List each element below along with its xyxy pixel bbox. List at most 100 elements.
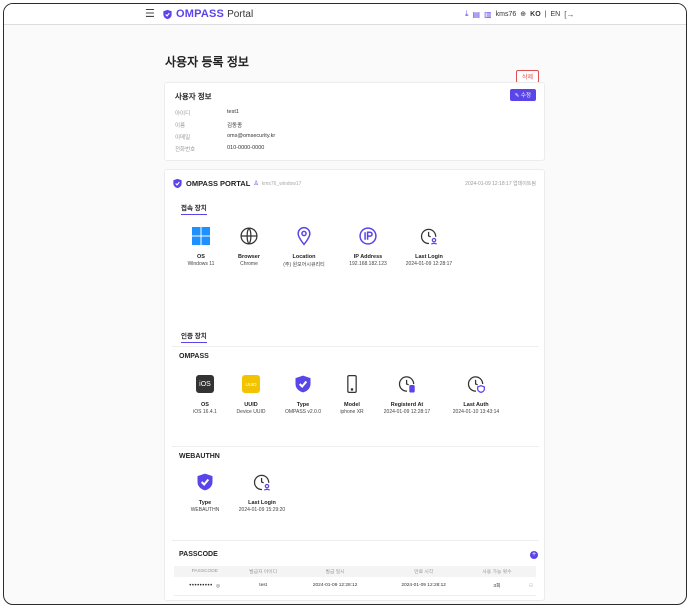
webauthn-shield-icon — [193, 470, 217, 494]
windows-icon — [189, 224, 213, 248]
header-actions: ⤓ ▤ ▥ kms76 ⊕ KO | EN [→ — [465, 9, 574, 19]
passcode-cell: ••••••••• ◎ — [174, 577, 236, 596]
webauthn-item-value: 2024-01-09 15:29:20 — [238, 507, 286, 513]
portal-logo[interactable]: OMPASS Portal — [162, 8, 253, 20]
column-header: 발급 일시 — [290, 566, 380, 577]
info-row-phone: 전화번호 010-0000-0000 — [175, 145, 264, 153]
lang-separator: | — [544, 10, 547, 18]
access-browser: Browser Chrome — [219, 224, 279, 267]
ompass-item-title: UUID — [244, 402, 258, 408]
tab-auth-device[interactable]: 인증 장치 — [181, 330, 207, 343]
hamburger-menu-icon[interactable]: ☰ — [145, 7, 155, 20]
ompass-item-title: Last Auth — [463, 402, 489, 408]
webauthn-item-value: WEBAUTHN — [190, 507, 220, 513]
passcode-section-title: PASSCODE — [179, 551, 218, 558]
info-label: 전화번호 — [175, 147, 196, 153]
webauthn-item-title: Type — [198, 500, 212, 506]
page-title: 사용자 등록 정보 — [165, 55, 249, 69]
info-row-name: 이름 김동종 — [175, 121, 242, 129]
info-row-email: 이메일 oms@omsecurity.kr — [175, 133, 275, 141]
info-row-id: 아이디 test1 — [175, 109, 239, 117]
ompass-uuid: UUID UUID Device UUID — [221, 372, 281, 415]
access-title: Last Login — [415, 254, 443, 260]
access-value: Chrome — [240, 261, 258, 267]
edit-label: 수정 — [520, 93, 531, 99]
clock-shield-icon — [464, 372, 488, 396]
info-label: 이름 — [175, 123, 186, 129]
add-passcode-button[interactable]: + — [530, 551, 538, 559]
access-value: 2024-01-09 12:28:17 — [405, 261, 453, 267]
portal-updated-date: 2024-01-09 12:18:17 업데이트됨 — [465, 181, 536, 187]
portal-card-header: OMPASS PORTAL ♙ kms76_window17 — [172, 178, 301, 189]
portal-device-card: OMPASS PORTAL ♙ kms76_window17 2024-01-0… — [164, 169, 545, 601]
info-value: 김동종 — [227, 123, 243, 129]
ompass-registered-at: Registerd At 2024-01-09 12:28:17 — [377, 372, 437, 415]
logo-brand-text: OMPASS — [176, 8, 225, 20]
logout-icon[interactable]: [→ — [564, 10, 574, 19]
row-action-cell: ⊖ — [525, 577, 536, 596]
clock-device-icon — [395, 372, 419, 396]
ompass-shield-icon — [291, 372, 315, 396]
column-header: 만료 시각 — [379, 566, 468, 577]
webauthn-section-title: WEBAUTHN — [179, 453, 220, 460]
webauthn-item-title: Last Login — [248, 500, 276, 506]
access-ip: IP Address 192.168.182.123 — [338, 224, 398, 267]
clock-user-icon — [250, 470, 274, 494]
browser-frame: ☰ OMPASS Portal ⤓ ▤ ▥ kms76 ⊕ KO | EN [→… — [3, 3, 687, 605]
eye-icon[interactable]: ◎ — [216, 584, 220, 589]
edit-button[interactable]: ✎ 수정 — [509, 89, 536, 101]
webauthn-last-login: Last Login 2024-01-09 15:29:20 — [232, 470, 292, 513]
ompass-model: Model iphone XR — [322, 372, 382, 415]
user-info-title: 사용자 정보 — [175, 92, 212, 101]
passcode-table: PASSCODE 발급자 아이디 발급 일시 만료 시각 사용 가능 횟수 ••… — [174, 566, 536, 596]
expires-cell: 2024-01-09 12:28:12 — [379, 577, 468, 596]
ompass-item-title: Model — [344, 402, 360, 408]
info-value: 010-0000-0000 — [227, 145, 265, 151]
globe-icon — [237, 224, 261, 248]
info-value: test1 — [227, 109, 239, 115]
lang-ko[interactable]: KO — [530, 11, 541, 18]
ios-icon: iOS — [196, 375, 214, 393]
ip-address-icon — [356, 224, 380, 248]
access-value: (주) 원모어시큐리티 — [283, 262, 325, 268]
download-icon[interactable]: ⤓ — [465, 9, 469, 19]
username-label[interactable]: kms76 — [496, 11, 517, 18]
edit-icon: ✎ — [514, 93, 520, 99]
table-row: ••••••••• ◎ test 2024-01-09 12:28:12 202… — [174, 577, 536, 596]
info-label: 아이디 — [175, 111, 191, 117]
passcode-masked: ••••••••• — [189, 582, 213, 589]
lang-en[interactable]: EN — [551, 11, 561, 18]
access-location: Location (주) 원모어시큐리티 — [274, 224, 334, 268]
column-header: 발급자 아이디 — [235, 566, 291, 577]
info-label: 이메일 — [175, 135, 191, 141]
ompass-item-value: Device UUID — [236, 409, 266, 415]
access-title: Browser — [237, 254, 260, 260]
tab-access-device[interactable]: 접속 장치 — [181, 202, 207, 215]
ompass-item-value: 2024-01-09 12:28:17 — [383, 409, 431, 415]
main-content: 사용자 등록 정보 삭제 사용자 정보 ✎ 수정 아이디 test1 이름 김동… — [162, 26, 548, 604]
issued-cell: 2024-01-09 12:28:12 — [290, 577, 380, 596]
uuid-icon: UUID — [242, 375, 260, 393]
smartphone-icon — [340, 372, 364, 396]
globe-icon: ⊕ — [520, 11, 527, 18]
info-value: oms@omsecurity.kr — [227, 133, 276, 139]
top-navbar: ☰ OMPASS Portal ⤓ ▤ ▥ kms76 ⊕ KO | EN [→ — [4, 4, 686, 25]
ompass-shield-icon — [173, 178, 182, 189]
portal-user-tag: kms76_window17 — [261, 180, 302, 187]
ompass-item-value: 2024-01-10 13:43:14 — [452, 409, 500, 415]
remove-icon[interactable]: ⊖ — [528, 583, 533, 589]
issuer-cell: test — [235, 577, 291, 596]
logo-portal-text: Portal — [227, 8, 254, 20]
user-info-card: 사용자 정보 ✎ 수정 아이디 test1 이름 김동종 이메일 oms@oms… — [164, 82, 545, 161]
access-title: IP Address — [353, 254, 383, 260]
access-title: Location — [292, 254, 316, 260]
location-pin-icon — [292, 224, 316, 248]
ompass-section-title: OMPASS — [179, 353, 209, 360]
column-header: 사용 가능 횟수 — [467, 566, 526, 577]
column-header: PASSCODE — [174, 566, 236, 577]
document-icon[interactable]: ▤ — [473, 10, 481, 19]
ompass-item-value: iphone XR — [340, 409, 364, 415]
column-header-actions — [525, 566, 536, 577]
access-last-login: Last Login 2024-01-09 12:28:17 — [399, 224, 459, 267]
clipboard-icon[interactable]: ▥ — [484, 10, 492, 19]
